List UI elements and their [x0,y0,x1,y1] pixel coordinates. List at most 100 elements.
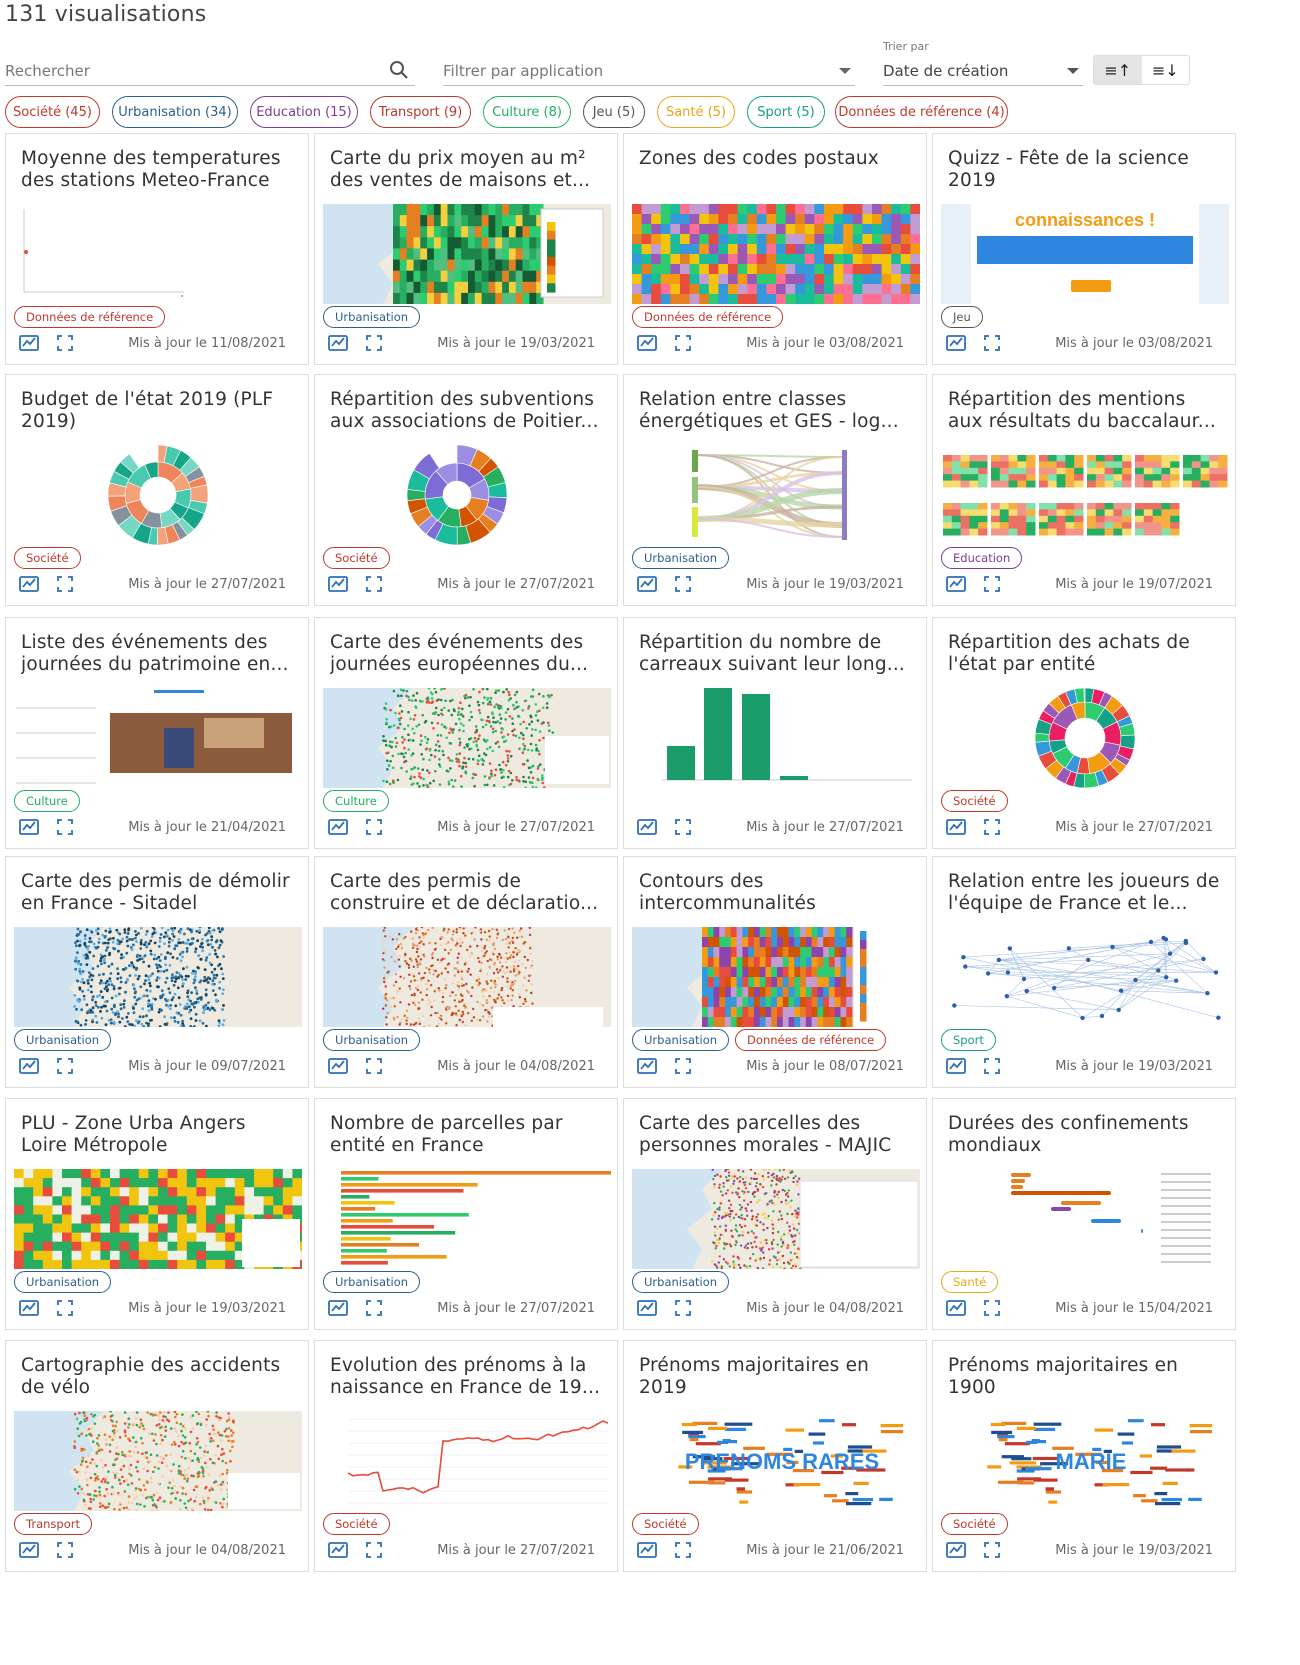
expand-icon[interactable] [672,1539,694,1561]
expand-icon[interactable] [672,816,694,838]
visualisation-card[interactable]: Nombre de parcelles par entité en France… [314,1098,618,1330]
category-badge[interactable]: Société [14,547,81,569]
chart-view-icon[interactable] [636,1539,658,1561]
expand-icon[interactable] [54,1055,76,1077]
card-thumbnail[interactable] [632,445,920,545]
sort-select[interactable]: Date de création [883,56,1083,86]
category-badge[interactable]: Urbanisation [14,1271,112,1293]
card-thumbnail[interactable] [14,1411,302,1511]
chart-view-icon[interactable] [636,332,658,354]
expand-icon[interactable] [981,1055,1003,1077]
card-title[interactable]: Carte du prix moyen au m² des ventes de … [330,148,605,192]
card-title[interactable]: Contours des intercommunalités [639,871,914,915]
category-badge[interactable]: Urbanisation [632,1271,730,1293]
search-icon[interactable] [389,60,409,80]
chart-view-icon[interactable] [636,816,658,838]
visualisation-card[interactable]: Carte des permis de démolir en France - … [5,856,309,1088]
card-thumbnail[interactable] [632,204,920,304]
visualisation-card[interactable]: Répartition des subventions aux associat… [314,374,618,606]
chart-view-icon[interactable] [636,573,658,595]
category-chip[interactable]: Transport (9) [370,96,471,128]
visualisation-card[interactable]: Répartition du nombre de carreaux suivan… [623,617,927,849]
expand-icon[interactable] [981,573,1003,595]
card-thumbnail[interactable] [323,1169,611,1269]
chart-view-icon[interactable] [327,816,349,838]
category-badge[interactable]: Urbanisation [14,1029,112,1051]
visualisation-card[interactable]: Prénoms majoritaires en 1900 MARIE Société… [932,1340,1236,1572]
sort-ascending-button[interactable]: ≡↑ [1094,56,1142,84]
category-chip[interactable]: Données de référence (4) [835,96,1008,128]
card-title[interactable]: Liste des événements des journées du pat… [21,632,296,676]
card-title[interactable]: Prénoms majoritaires en 2019 [639,1355,914,1399]
category-chip[interactable]: Culture (8) [483,96,571,128]
expand-icon[interactable] [363,1055,385,1077]
expand-icon[interactable] [363,1539,385,1561]
card-title[interactable]: Carte des permis de construire et de déc… [330,871,605,915]
expand-icon[interactable] [981,332,1003,354]
category-chip[interactable]: Urbanisation (34) [112,96,238,128]
card-title[interactable]: Relation entre les joueurs de l'équipe d… [948,871,1223,915]
category-badge[interactable]: Culture [323,790,389,812]
card-title[interactable]: Zones des codes postaux [639,148,914,170]
card-thumbnail[interactable] [14,1169,302,1269]
card-thumbnail[interactable] [632,688,920,788]
category-badge[interactable]: Données de référence [735,1029,887,1051]
sort-descending-button[interactable]: ≡↓ [1142,56,1190,84]
card-title[interactable]: Nombre de parcelles par entité en France [330,1113,605,1157]
category-badge[interactable]: Education [941,547,1023,569]
card-title[interactable]: Répartition des subventions aux associat… [330,389,605,433]
category-badge[interactable]: Jeu [941,306,983,328]
card-thumbnail[interactable] [941,445,1229,545]
expand-icon[interactable] [54,816,76,838]
visualisation-card[interactable]: Carte des parcelles des personnes morale… [623,1098,927,1330]
chart-view-icon[interactable] [18,1539,40,1561]
chart-view-icon[interactable] [945,1297,967,1319]
card-title[interactable]: Cartographie des accidents de vélo [21,1355,296,1399]
visualisation-card[interactable]: Répartition des mentions aux résultats d… [932,374,1236,606]
card-thumbnail[interactable] [941,688,1229,788]
card-thumbnail[interactable]: MARIE [941,1411,1229,1511]
card-title[interactable]: Carte des permis de démolir en France - … [21,871,296,915]
card-thumbnail[interactable] [632,1169,920,1269]
category-chip[interactable]: Education (15) [250,96,358,128]
category-chip[interactable]: Jeu (5) [583,96,645,128]
category-badge[interactable]: Société [323,547,390,569]
app-filter-select[interactable]: Filtrer par application [443,56,855,86]
expand-icon[interactable] [672,573,694,595]
category-badge[interactable]: Données de référence [632,306,784,328]
category-chip[interactable]: Santé (5) [657,96,735,128]
expand-icon[interactable] [54,1297,76,1319]
chart-view-icon[interactable] [327,332,349,354]
card-title[interactable]: Répartition des achats de l'état par ent… [948,632,1223,676]
chart-view-icon[interactable] [945,1539,967,1561]
expand-icon[interactable] [672,1297,694,1319]
card-thumbnail[interactable] [323,445,611,545]
visualisation-card[interactable]: Carte des permis de construire et de déc… [314,856,618,1088]
expand-icon[interactable] [672,332,694,354]
expand-icon[interactable] [363,573,385,595]
card-thumbnail[interactable] [323,688,611,788]
category-badge[interactable]: Transport [14,1513,92,1535]
card-title[interactable]: Répartition du nombre de carreaux suivan… [639,632,914,676]
card-title[interactable]: Carte des parcelles des personnes morale… [639,1113,914,1157]
chart-view-icon[interactable] [945,1055,967,1077]
expand-icon[interactable] [672,1055,694,1077]
expand-icon[interactable] [54,1539,76,1561]
category-badge[interactable]: Données de référence [14,306,166,328]
chart-view-icon[interactable] [18,332,40,354]
card-thumbnail[interactable] [14,927,302,1027]
card-thumbnail[interactable] [323,927,611,1027]
visualisation-card[interactable]: PLU - Zone Urba Angers Loire Métropole Ur… [5,1098,309,1330]
chart-view-icon[interactable] [18,816,40,838]
category-badge[interactable]: Société [941,1513,1008,1535]
chart-view-icon[interactable] [945,816,967,838]
card-thumbnail[interactable] [632,927,920,1027]
card-title[interactable]: Moyenne des temperatures des stations Me… [21,148,296,192]
card-thumbnail[interactable] [941,927,1229,1027]
category-badge[interactable]: Urbanisation [632,1029,730,1051]
chart-view-icon[interactable] [327,573,349,595]
category-badge[interactable]: Urbanisation [323,1029,421,1051]
card-title[interactable]: Budget de l'état 2019 (PLF 2019) [21,389,296,433]
card-thumbnail[interactable] [14,204,302,304]
card-thumbnail[interactable]: connaissances ! [941,204,1229,304]
